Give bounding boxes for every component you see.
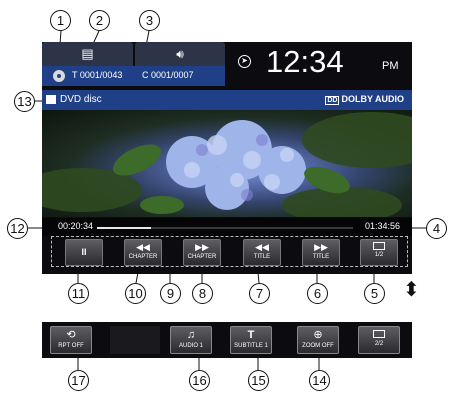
control-row-page2: ⟲ RPT OFF ♫ AUDIO 1 T SUBTITLE 1 ⊕ ZOOM … bbox=[42, 322, 412, 358]
navigation-icon[interactable]: ➤ bbox=[238, 55, 251, 68]
callout-2: 2 bbox=[89, 10, 110, 31]
callout-16: 16 bbox=[189, 370, 210, 391]
elapsed-time: 00:20:34 bbox=[58, 221, 94, 231]
callout-17: 17 bbox=[68, 370, 89, 391]
title-next-label: TITLE bbox=[312, 254, 330, 260]
chapter-next-button[interactable]: ▶▶ CHAPTER bbox=[183, 239, 221, 266]
title-prev-button[interactable]: ◀◀ TITLE bbox=[243, 239, 281, 266]
callout-1: 1 bbox=[50, 10, 71, 31]
callout-4: 4 bbox=[426, 218, 447, 239]
progress-bar[interactable]: 00:20:34 01:34:56 bbox=[42, 218, 412, 236]
pause-button[interactable]: II bbox=[65, 239, 103, 266]
source-label: DVD disc bbox=[60, 94, 102, 105]
callout-5: 5 bbox=[364, 283, 385, 304]
page-toggle-button-2[interactable]: 2/2 bbox=[358, 326, 400, 354]
progress-track[interactable] bbox=[97, 227, 353, 229]
chapter-prev-button[interactable]: ◀◀ CHAPTER bbox=[124, 239, 162, 266]
track-info-bar: T 0001/0043 C 0001/0007 bbox=[42, 66, 225, 86]
repeat-button[interactable]: ⟲ RPT OFF bbox=[50, 326, 92, 354]
progress-fill bbox=[97, 227, 151, 229]
zoom-icon: ⊕ bbox=[313, 329, 323, 341]
subtitle-button[interactable]: T SUBTITLE 1 bbox=[230, 326, 272, 354]
hydrangea-image bbox=[42, 112, 412, 217]
disc-icon bbox=[53, 70, 65, 82]
title-next-button[interactable]: ▶▶ TITLE bbox=[302, 239, 340, 266]
callout-13: 13 bbox=[14, 91, 35, 112]
menu-icon: ▤ bbox=[81, 46, 94, 61]
control-row-page1: II ◀◀ CHAPTER ▶▶ CHAPTER ◀◀ TITLE ▶▶ TIT… bbox=[51, 236, 408, 267]
skip-back-icon: ◀◀ bbox=[255, 242, 269, 252]
chapter-next-label: CHAPTER bbox=[187, 254, 217, 260]
updown-arrow-icon: ⬍ bbox=[403, 279, 420, 301]
callout-10: 10 bbox=[125, 283, 146, 304]
callout-8: 8 bbox=[192, 283, 213, 304]
callout-3: 3 bbox=[139, 10, 160, 31]
zoom-label: ZOOM OFF bbox=[302, 343, 334, 349]
dvd-playback-screen: ▤ 🔊︎ T 0001/0043 C 0001/0007 ➤ 12:34 PM … bbox=[42, 42, 412, 274]
speaker-icon: 🔊︎ bbox=[176, 46, 184, 61]
tab-audio[interactable]: 🔊︎ bbox=[135, 42, 225, 66]
callout-12: 12 bbox=[7, 218, 28, 239]
track-number: T 0001/0043 bbox=[72, 70, 123, 80]
repeat-label: RPT OFF bbox=[58, 343, 84, 349]
audio-button[interactable]: ♫ AUDIO 1 bbox=[170, 326, 212, 354]
page-toggle-icon bbox=[373, 242, 385, 250]
callout-15: 15 bbox=[248, 370, 269, 391]
total-time: 01:34:56 bbox=[365, 221, 401, 231]
source-bar: DVD disc DD DOLBY AUDIO bbox=[42, 90, 412, 110]
clock-time: 12:34 bbox=[266, 44, 344, 79]
clock-ampm: PM bbox=[382, 60, 399, 72]
skip-forward-icon: ▶▶ bbox=[314, 242, 328, 252]
page-indicator-2: 2/2 bbox=[374, 341, 384, 347]
chapter-number: C 0001/0007 bbox=[142, 70, 194, 80]
callout-6: 6 bbox=[307, 283, 328, 304]
music-note-icon: ♫ bbox=[186, 329, 196, 341]
page-toggle-button[interactable]: 1/2 bbox=[360, 239, 398, 266]
chapter-prev-label: CHAPTER bbox=[128, 254, 158, 260]
title-prev-label: TITLE bbox=[253, 254, 271, 260]
audio-label: AUDIO 1 bbox=[178, 343, 203, 349]
source-icon bbox=[46, 95, 56, 104]
tab-menu[interactable]: ▤ bbox=[42, 42, 133, 66]
callout-7: 7 bbox=[249, 283, 270, 304]
skip-forward-icon: ▶▶ bbox=[195, 242, 209, 252]
dolby-audio-logo: DD DOLBY AUDIO bbox=[325, 94, 404, 105]
subtitle-icon: T bbox=[247, 329, 255, 341]
callout-11: 11 bbox=[68, 283, 89, 304]
page-toggle-icon bbox=[373, 330, 385, 338]
subtitle-label: SUBTITLE 1 bbox=[234, 343, 268, 349]
skip-back-icon: ◀◀ bbox=[136, 242, 150, 252]
pause-icon: II bbox=[81, 247, 87, 257]
page-indicator: 1/2 bbox=[374, 252, 384, 258]
video-area[interactable] bbox=[42, 110, 412, 217]
zoom-button[interactable]: ⊕ ZOOM OFF bbox=[297, 326, 339, 354]
repeat-icon: ⟲ bbox=[66, 329, 76, 341]
blank-slot bbox=[110, 326, 160, 354]
callout-14: 14 bbox=[309, 370, 330, 391]
callout-9: 9 bbox=[160, 283, 181, 304]
